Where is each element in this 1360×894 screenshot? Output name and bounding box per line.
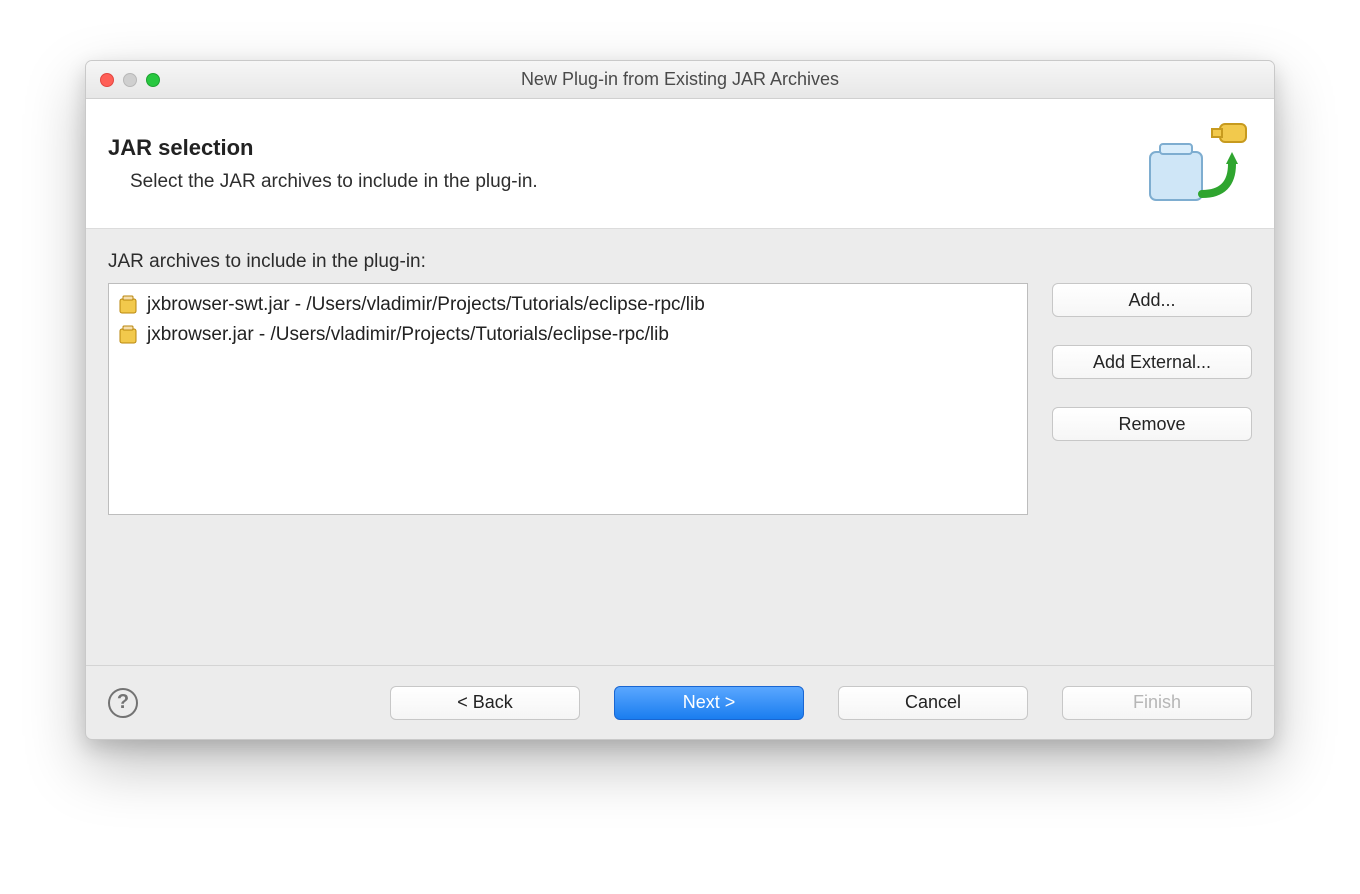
- list-item-text: jxbrowser.jar - /Users/vladimir/Projects…: [147, 320, 669, 350]
- cancel-button[interactable]: Cancel: [838, 686, 1028, 720]
- jar-list-label: JAR archives to include in the plug-in:: [108, 251, 1252, 273]
- side-button-column: Add... Add External... Remove: [1052, 283, 1252, 515]
- add-button[interactable]: Add...: [1052, 283, 1252, 317]
- next-button[interactable]: Next >: [614, 686, 804, 720]
- traffic-lights: [100, 73, 160, 87]
- list-item-text: jxbrowser-swt.jar - /Users/vladimir/Proj…: [147, 290, 705, 320]
- list-item[interactable]: jxbrowser.jar - /Users/vladimir/Projects…: [117, 320, 1019, 350]
- add-external-button[interactable]: Add External...: [1052, 345, 1252, 379]
- wizard-step-title: JAR selection: [108, 135, 1142, 161]
- window-title: New Plug-in from Existing JAR Archives: [86, 69, 1274, 90]
- back-button[interactable]: < Back: [390, 686, 580, 720]
- wizard-footer: ? < Back Next > Cancel Finish: [86, 665, 1274, 739]
- window-close-button[interactable]: [100, 73, 114, 87]
- help-button[interactable]: ?: [108, 688, 138, 718]
- wizard-banner: JAR selection Select the JAR archives to…: [86, 99, 1274, 229]
- jar-file-icon: [117, 294, 139, 316]
- window-fullscreen-button[interactable]: [146, 73, 160, 87]
- wizard-step-description: Select the JAR archives to include in th…: [130, 171, 1142, 193]
- jar-list[interactable]: jxbrowser-swt.jar - /Users/vladimir/Proj…: [108, 283, 1028, 515]
- window-minimize-button[interactable]: [123, 73, 137, 87]
- wizard-window: New Plug-in from Existing JAR Archives J…: [85, 60, 1275, 740]
- list-item[interactable]: jxbrowser-swt.jar - /Users/vladimir/Proj…: [117, 290, 1019, 320]
- jar-file-icon: [117, 324, 139, 346]
- remove-button[interactable]: Remove: [1052, 407, 1252, 441]
- finish-button[interactable]: Finish: [1062, 686, 1252, 720]
- titlebar: New Plug-in from Existing JAR Archives: [86, 61, 1274, 99]
- wizard-content: JAR archives to include in the plug-in: …: [86, 229, 1274, 665]
- jar-plugin-icon: [1142, 114, 1252, 214]
